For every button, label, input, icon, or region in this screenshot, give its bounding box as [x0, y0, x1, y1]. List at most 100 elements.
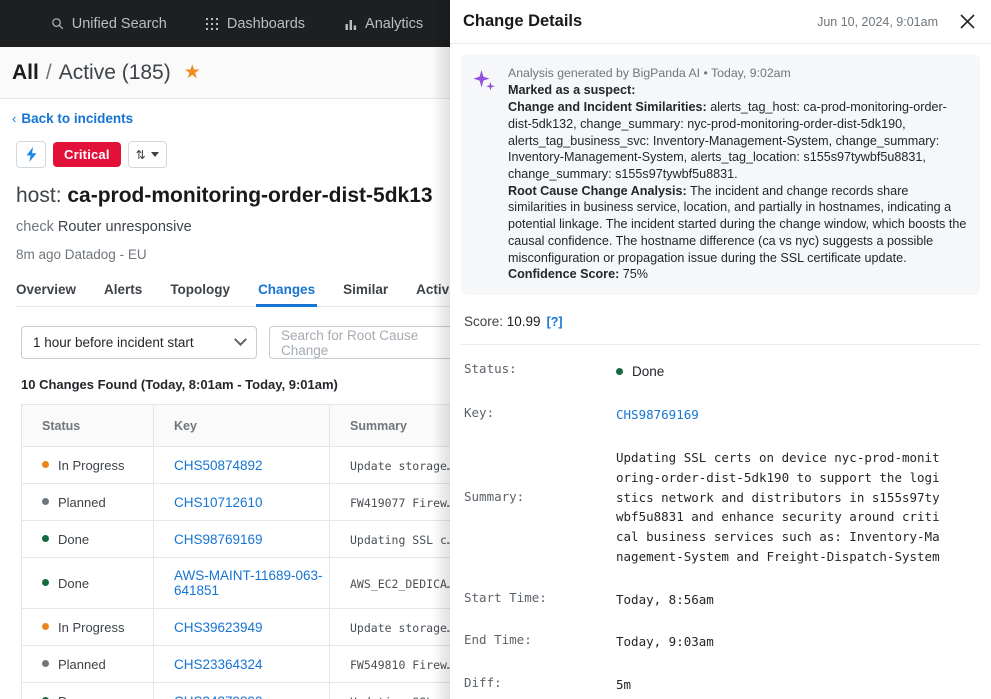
lightning-icon [26, 147, 36, 162]
drawer-date: Jun 10, 2024, 9:01am [817, 14, 938, 29]
field-key: End Time: [464, 632, 532, 648]
drawer-shadow [432, 0, 450, 699]
incident-check-value: Router unresponsive [57, 219, 192, 235]
ai-analysis-card: Analysis generated by BigPanda AI • Toda… [461, 54, 980, 296]
grid-icon [205, 16, 220, 31]
status-label: Planned [58, 495, 106, 511]
cell-status: Done [21, 682, 154, 699]
nav-item-dashboards[interactable]: Dashboards [205, 16, 305, 32]
field-row: End Time: Today, 9:03am [450, 632, 991, 652]
breadcrumb-all[interactable]: All [12, 61, 39, 85]
table-row[interactable]: In Progress CHS39623949 Update storage… [21, 608, 470, 647]
ai-confidence-label: Confidence Score: [508, 267, 620, 282]
status-label: Planned [58, 657, 106, 673]
incident-check: check Router unresponsive [16, 219, 470, 235]
ai-generated-by: Analysis generated by BigPanda AI • Toda… [508, 66, 791, 80]
timeframe-select-value: 1 hour before incident start [33, 335, 194, 350]
tab-alerts[interactable]: Alerts [104, 282, 142, 306]
change-key-link[interactable]: CHS23364324 [174, 657, 263, 672]
field-value-link[interactable]: CHS98769169 [616, 405, 699, 425]
column-header-status[interactable]: Status [21, 404, 154, 447]
cell-status: Done [21, 520, 154, 559]
status-dot [42, 579, 49, 587]
ai-analysis-body: Analysis generated by BigPanda AI • Toda… [508, 65, 968, 283]
field-value: Today, 9:03am [616, 634, 714, 650]
tab-changes[interactable]: Changes [256, 282, 318, 307]
table-row[interactable]: In Progress CHS50874892 Update storage… [21, 446, 470, 485]
incident-check-label: check [16, 219, 54, 235]
changes-table: Status Key Summary In Progress CHS5087489… [21, 404, 470, 699]
score-value: 10.99 [503, 314, 541, 330]
table-row[interactable]: Done CHS98769169 Updating SSL c… [21, 520, 470, 559]
divider [461, 344, 980, 346]
sort-icon: ⇅ [135, 147, 146, 162]
cell-key: CHS39623949 [153, 608, 330, 647]
field-key: Summary: [464, 489, 525, 505]
tab-overview[interactable]: Overview [16, 282, 76, 306]
changes-table-body: In Progress CHS50874892 Update storage… Pla… [21, 446, 470, 699]
field-key: Diff: [464, 675, 502, 691]
cell-key: CHS23364324 [153, 645, 330, 684]
sort-dropdown-button[interactable]: ⇅ [127, 141, 167, 168]
status-label: Done [632, 364, 665, 380]
status-label: In Progress [58, 458, 125, 474]
field-row: Status: Done [450, 361, 991, 382]
timeframe-select[interactable]: 1 hour before incident start [21, 326, 257, 359]
field-key: Status: [464, 361, 517, 377]
change-key-link[interactable]: CHS50874892 [174, 458, 263, 473]
table-row[interactable]: DoneCHS34379890Updating SSL c… [21, 682, 470, 699]
status-label: Done [58, 576, 90, 592]
severity-badge-critical[interactable]: Critical [53, 142, 121, 167]
change-key-link[interactable]: CHS98769169 [174, 532, 263, 547]
search-icon [50, 16, 65, 31]
field-row: Start Time: Today, 8:56am [450, 590, 991, 610]
cell-status: Done [21, 557, 154, 610]
field-row: Diff: 5m [450, 675, 991, 695]
field-key: Start Time: [464, 589, 547, 605]
nav-item-analytics-label: Analytics [365, 15, 424, 32]
nav-item-analytics[interactable]: Analytics [343, 16, 423, 32]
table-row[interactable]: Planned CHS10712610 FW419077 Firew… [21, 483, 470, 522]
status-dot [42, 660, 49, 668]
ai-confidence-value: 75% [619, 267, 648, 282]
drawer-header: Change Details Jun 10, 2024, 9:01am [450, 0, 991, 44]
score-help-icon[interactable]: [?] [547, 315, 563, 329]
change-key-link[interactable]: CHS34379890 [174, 694, 263, 699]
chevron-left-icon: ‹ [12, 111, 17, 126]
tab-similar[interactable]: Similar [343, 282, 388, 306]
column-header-key[interactable]: Key [153, 404, 330, 447]
status-label: In Progress [58, 620, 125, 636]
incident-tabs: Overview Alerts Topology Changes Similar… [16, 282, 470, 307]
change-key-link[interactable]: AWS-MAINT-11689-063-641851 [174, 568, 323, 598]
tab-topology[interactable]: Topology [170, 282, 230, 306]
cell-status: In Progress [21, 608, 154, 647]
ai-similarities-label: Change and Incident Similarities: [508, 100, 707, 115]
nav-item-unified-search[interactable]: Unified Search [50, 16, 167, 32]
status-label: Done [58, 532, 90, 548]
drawer-title: Change Details [463, 12, 583, 30]
back-to-incidents-link[interactable]: ‹ Back to incidents [12, 111, 470, 126]
cell-key: CHS10712610 [153, 483, 330, 522]
table-row[interactable]: Done AWS-MAINT-11689-063-641851 AWS_EC2_DE… [21, 557, 470, 610]
back-to-incidents-label: Back to incidents [21, 111, 134, 126]
table-header-row: Status Key Summary [21, 404, 470, 447]
incident-title-key: host: [16, 184, 62, 207]
change-key-link[interactable]: CHS10712610 [174, 495, 263, 510]
status-dot [42, 623, 49, 631]
lightning-icon-button[interactable] [16, 141, 46, 168]
field-value-multiline: Updating SSL certs on device nyc-prod-mo… [616, 450, 940, 564]
change-key-link[interactable]: CHS39623949 [174, 620, 263, 635]
favorite-star-icon[interactable]: ★ [184, 63, 201, 82]
status-dot [616, 368, 623, 376]
bar-chart-icon [343, 16, 358, 31]
ai-marked-label: Marked as a suspect: [508, 83, 636, 98]
table-row[interactable]: Planned CHS23364324 FW549810 Firew… [21, 645, 470, 684]
ai-rootcause-label: Root Cause Change Analysis: [508, 183, 687, 198]
field-value-status: Done [616, 361, 664, 382]
status-dot [42, 535, 49, 543]
incident-action-row: Critical ⇅ [16, 141, 470, 168]
close-icon[interactable] [957, 12, 977, 32]
changes-found-count: 10 Changes Found (Today, 8:01am - Today,… [21, 377, 338, 392]
cell-status: Planned [21, 483, 154, 522]
breadcrumb-active[interactable]: Active (185) [59, 61, 171, 85]
